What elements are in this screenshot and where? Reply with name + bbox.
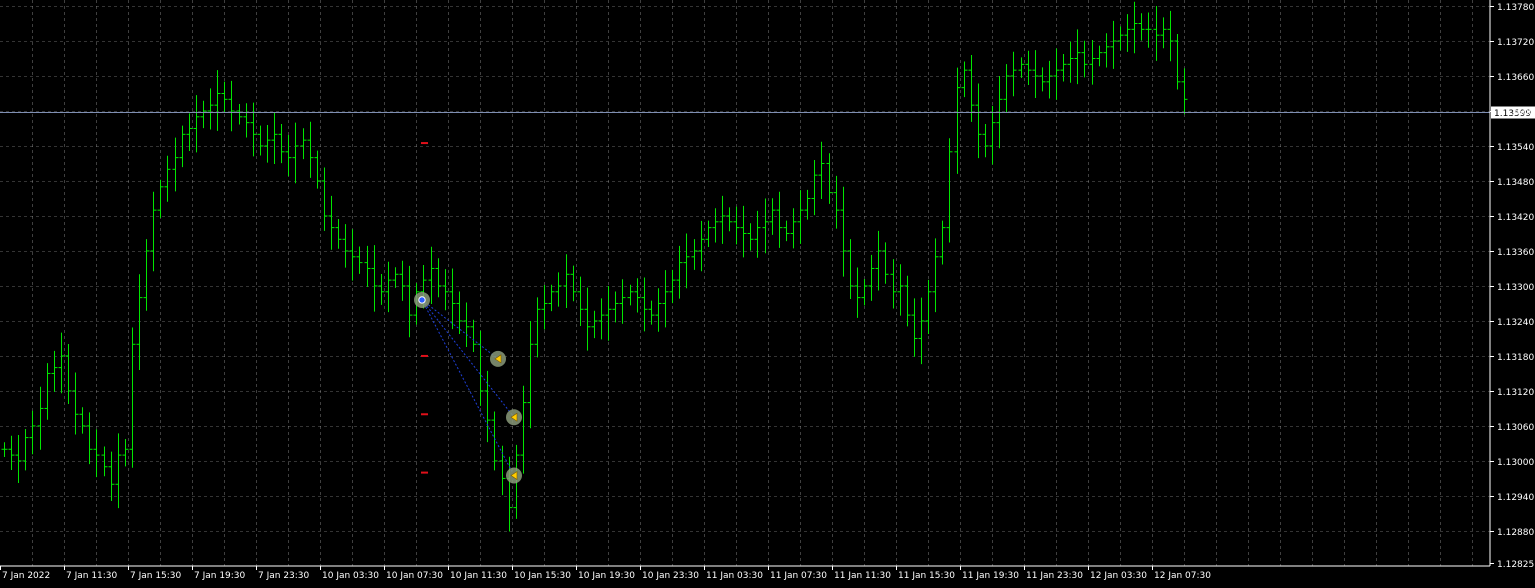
time-tick-label: 7 Jan 15:30 <box>130 571 182 581</box>
price-tick-label: 1.13660 <box>1497 73 1534 83</box>
time-tick-label: 11 Jan 15:30 <box>898 571 955 581</box>
time-tick-label: 11 Jan 19:30 <box>962 571 1019 581</box>
time-tick-label: 11 Jan 11:30 <box>834 571 891 581</box>
price-tick-label: 1.13540 <box>1497 143 1534 153</box>
price-chart[interactable]: 1.13599 1.13780 1.13720 1.13660 1.13600 1.13… <box>0 0 1535 584</box>
price-tick-label: 1.13120 <box>1497 388 1534 398</box>
time-tick-label: 11 Jan 07:30 <box>770 571 827 581</box>
price-tick-label: 1.12825 <box>1497 560 1534 570</box>
price-tick-label: 1.12880 <box>1497 528 1534 538</box>
price-tick-label: 1.13060 <box>1497 423 1534 433</box>
price-tick-label: 1.13600 <box>1497 108 1534 118</box>
entry-arrow-icon[interactable] <box>418 296 426 304</box>
price-tick-label: 1.13180 <box>1497 353 1534 363</box>
time-tick-label: 7 Jan 2022 <box>2 571 50 581</box>
price-tick-label: 1.12940 <box>1497 493 1534 503</box>
time-tick-label: 10 Jan 03:30 <box>322 571 379 581</box>
price-tick-label: 1.13480 <box>1497 178 1534 188</box>
price-tick-label: 1.13300 <box>1497 283 1534 293</box>
price-tick-label: 1.13720 <box>1497 38 1534 48</box>
time-tick-label: 11 Jan 03:30 <box>706 571 763 581</box>
time-tick-label: 10 Jan 15:30 <box>514 571 571 581</box>
time-tick-label: 11 Jan 23:30 <box>1026 571 1083 581</box>
time-tick-label: 7 Jan 11:30 <box>66 571 118 581</box>
time-tick-label: 10 Jan 07:30 <box>386 571 443 581</box>
price-tick-label: 1.13240 <box>1497 318 1534 328</box>
price-tick-label: 1.13780 <box>1497 3 1534 13</box>
time-tick-label: 7 Jan 23:30 <box>258 571 310 581</box>
time-tick-label: 10 Jan 23:30 <box>642 571 699 581</box>
time-tick-label: 12 Jan 07:30 <box>1154 571 1211 581</box>
time-tick-label: 7 Jan 19:30 <box>194 571 246 581</box>
price-tick-label: 1.13000 <box>1497 458 1534 468</box>
time-tick-label: 10 Jan 11:30 <box>450 571 507 581</box>
price-tick-label: 1.13360 <box>1497 248 1534 258</box>
time-tick-label: 10 Jan 19:30 <box>578 571 635 581</box>
time-tick-label: 12 Jan 03:30 <box>1090 571 1147 581</box>
price-tick-label: 1.13420 <box>1497 213 1534 223</box>
chart-canvas[interactable]: 1.13599 1.137801.137201.136601.136001.13… <box>0 0 1535 584</box>
